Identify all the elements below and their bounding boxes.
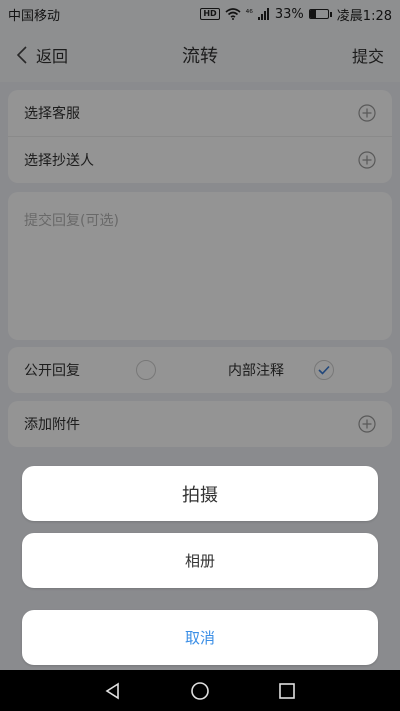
- album-button[interactable]: 相册: [22, 533, 378, 588]
- take-photo-button[interactable]: 拍摄: [22, 466, 378, 521]
- recents-square-icon[interactable]: [278, 682, 296, 700]
- cancel-button[interactable]: 取消: [22, 610, 378, 665]
- back-triangle-icon[interactable]: [104, 682, 122, 700]
- system-nav-bar: [0, 670, 400, 711]
- home-circle-icon[interactable]: [190, 681, 210, 701]
